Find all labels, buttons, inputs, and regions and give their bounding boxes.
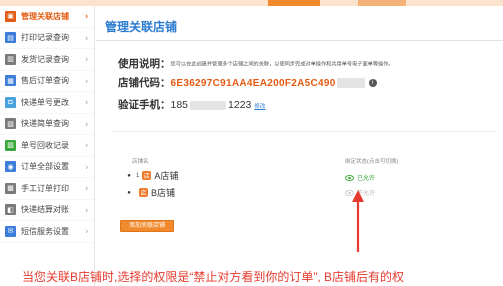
redacted-block — [190, 100, 227, 110]
shop-icon: ▣ — [5, 10, 16, 22]
bullet: ● — [127, 189, 131, 196]
chevron-right-icon: › — [85, 226, 88, 236]
reconcile-icon: ◧ — [5, 204, 16, 216]
sidebar-item[interactable]: ▨ 单号回收记录 › — [0, 135, 94, 157]
add-shop-button[interactable]: 添加关联店铺 — [120, 220, 175, 232]
column-header-status: 绑定状态(点击可切换) — [345, 159, 399, 165]
column-header-shop: 店铺名 — [132, 159, 149, 165]
edit-phone-link[interactable]: 修改 — [254, 104, 265, 110]
sidebar-item-label: 订单全部设置 — [21, 162, 69, 172]
chevron-right-icon: › — [85, 54, 88, 64]
usage-row: 使用说明：您可以在此创建并管理多个店铺之间的关联，以便同步完成对单操作和共用单号… — [118, 56, 394, 71]
row-number: 1 — [136, 172, 140, 179]
sidebar: ▣ 管理关联店铺 › ▤ 打印记录查询 › ▥ 发货记录查询 › ▦ 售后订单查询 › ◘ 快递单号更改 ›… — [0, 6, 95, 286]
sidebar-item[interactable]: ▣ 管理关联店铺 › — [0, 6, 94, 28]
shop-code-row: 店铺代码：6E36297C91AA4EA200F2A5C490 i — [118, 75, 377, 90]
divider — [112, 131, 495, 132]
sidebar-item-label: 发货记录查询 — [21, 54, 69, 64]
status-toggle[interactable]: 已允许 — [345, 173, 375, 182]
recycle-icon: ▨ — [5, 139, 16, 151]
sidebar-item[interactable]: ▥ 发货记录查询 › — [0, 49, 94, 71]
status-label: 已允许 — [357, 176, 376, 182]
sidebar-item[interactable]: ▤ 打印记录查询 › — [0, 28, 94, 49]
sms-icon: ✉ — [5, 225, 16, 237]
chevron-right-icon: › — [85, 140, 88, 150]
phone-prefix: 185 — [170, 99, 189, 111]
main-panel: 管理关联店铺 使用说明：您可以在此创建并管理多个店铺之间的关联，以便同步完成对单… — [96, 6, 503, 286]
usage-text: 您可以在此创建并管理多个店铺之间的关联，以便同步完成对单操作和共用单号电子面单等… — [170, 61, 394, 68]
phone-row: 验证手机：185 1223 修改 — [118, 97, 265, 112]
print-log-icon: ▤ — [5, 32, 16, 44]
sidebar-item[interactable]: ▧ 快递简单查询 › — [0, 114, 94, 135]
aftersale-icon: ▦ — [5, 75, 16, 87]
chevron-right-icon: › — [85, 33, 88, 43]
shop-name: A店铺 — [154, 171, 179, 181]
shop-icon: 店 — [139, 188, 148, 197]
sidebar-item-label: 手工订单打印 — [21, 183, 69, 193]
sidebar-item[interactable]: ◘ 快递单号更改 › — [0, 92, 94, 114]
phone-suffix: 1223 — [228, 99, 252, 111]
sidebar-item[interactable]: ◉ 订单全部设置 › — [0, 157, 94, 178]
phone-label: 验证手机： — [118, 99, 171, 111]
info-icon[interactable]: i — [368, 79, 377, 88]
red-arrow-annotation — [352, 190, 364, 252]
redacted-block — [336, 78, 365, 89]
eye-icon — [345, 174, 354, 181]
sidebar-item[interactable]: ✉ 短信服务设置 › — [0, 221, 94, 243]
shop-row: ● 店 B店铺 — [126, 186, 175, 199]
tracking-edit-icon: ◘ — [5, 96, 16, 108]
shop-code-value: 6E36297C91AA4EA200F2A5C490 — [170, 78, 336, 89]
chevron-right-icon: › — [85, 119, 88, 129]
chevron-right-icon: › — [85, 76, 88, 86]
chevron-right-icon: › — [85, 162, 88, 172]
sidebar-item[interactable]: ▩ 手工订单打印 › — [0, 178, 94, 200]
chevron-right-icon: › — [85, 97, 88, 107]
shop-icon: 店 — [142, 171, 152, 180]
chevron-right-icon: › — [85, 205, 88, 215]
settings-icon: ◉ — [5, 161, 16, 173]
manual-print-icon: ▩ — [5, 182, 16, 194]
bullet: ● — [127, 172, 131, 179]
chevron-right-icon: › — [85, 183, 88, 193]
sidebar-item[interactable]: ◧ 快递结算对账 › — [0, 200, 94, 221]
sidebar-item-label: 售后订单查询 — [21, 76, 69, 86]
sidebar-item-label: 快递简单查询 — [21, 119, 69, 129]
page-title: 管理关联店铺 — [105, 20, 178, 34]
divider — [96, 40, 503, 41]
express-search-icon: ▧ — [5, 118, 16, 130]
usage-label: 使用说明： — [118, 58, 171, 70]
shop-name: B店铺 — [151, 188, 176, 198]
sidebar-item[interactable]: ▦ 售后订单查询 › — [0, 71, 94, 92]
sidebar-item-label: 快递单号更改 — [21, 97, 69, 107]
app-window: ▣ 管理关联店铺 › ▤ 打印记录查询 › ▥ 发货记录查询 › ▦ 售后订单查询 › ◘ 快递单号更改 ›… — [0, 0, 503, 286]
sidebar-item-label: 快递结算对账 — [21, 205, 69, 215]
sidebar-item-label: 短信服务设置 — [21, 226, 69, 236]
sidebar-item-label: 打印记录查询 — [21, 33, 69, 43]
shop-code-label: 店铺代码： — [118, 77, 171, 89]
ship-log-icon: ▥ — [5, 53, 16, 65]
chevron-right-icon: › — [85, 11, 88, 21]
annotation-note: 当您关联B店铺时,选择的权限是“禁止对方看到你的订单”, B店铺后有的权 — [22, 270, 405, 284]
shop-row: ● 1 店 A店铺 — [126, 169, 178, 182]
sidebar-item-label: 管理关联店铺 — [21, 11, 69, 21]
sidebar-item-label: 单号回收记录 — [21, 140, 69, 150]
